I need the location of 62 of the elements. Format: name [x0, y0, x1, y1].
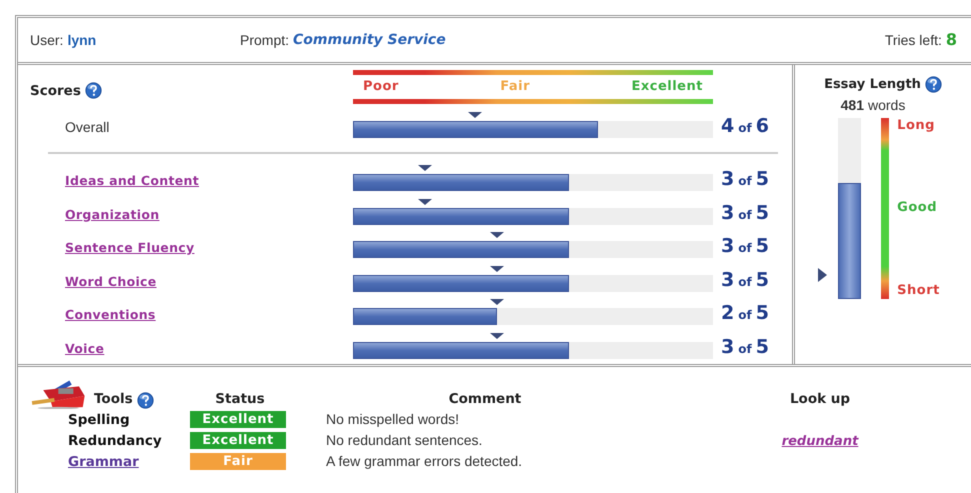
pointer-icon — [818, 268, 828, 282]
user-label: User: — [30, 30, 64, 50]
column-header: Tools — [94, 390, 133, 409]
score-max: 5 — [756, 237, 769, 256]
help-icon[interactable] — [136, 392, 154, 409]
row-label: Overall — [64, 118, 110, 134]
trait-link[interactable]: Word Choice — [18, 274, 157, 289]
score-value: 2 — [721, 304, 734, 324]
score-value: 3 — [721, 270, 734, 290]
score-value: 3 — [721, 338, 734, 358]
comment-text: No redundant sentences. — [326, 432, 482, 448]
scale-label: Good — [897, 200, 938, 216]
trait-link[interactable]: Conventions — [18, 307, 156, 322]
score-max: 5 — [756, 338, 769, 358]
trait-link[interactable]: Sentence Fluency — [18, 240, 194, 256]
scale-label: Long — [897, 118, 936, 134]
comment-text: No misspelled words! — [326, 411, 460, 428]
score-value: 4 — [721, 116, 734, 136]
score-max: 5 — [756, 270, 769, 290]
scale-label: Fair — [500, 78, 530, 96]
column-header: Status — [214, 390, 266, 409]
status-badge: Excellent — [190, 432, 286, 450]
user-name: lynn — [67, 30, 96, 50]
score-value: 3 — [721, 237, 734, 256]
word-count: 481 — [840, 96, 864, 114]
scale-label: Poor — [363, 78, 399, 96]
help-icon[interactable] — [84, 82, 102, 100]
prompt-label: Prompt: — [240, 30, 290, 50]
tool-name: Spelling — [68, 412, 130, 428]
score-of: of — [738, 242, 752, 254]
section-title: Scores — [30, 82, 81, 101]
scale-label: Short — [897, 282, 940, 298]
tries-label: Tries left: — [884, 31, 942, 50]
prompt-title: Community Service — [293, 30, 446, 50]
status-badge: Excellent — [190, 411, 286, 428]
word-unit: words — [868, 96, 906, 114]
trait-link[interactable]: Organization — [18, 206, 160, 222]
trait-link[interactable]: Ideas and Content — [18, 173, 200, 188]
column-header: Look up — [788, 390, 852, 409]
score-of: of — [738, 208, 752, 221]
score-of: of — [738, 309, 752, 322]
section-title: Essay Length — [824, 76, 921, 94]
score-of: of — [738, 276, 752, 288]
score-max: 5 — [756, 170, 769, 190]
score-of: of — [738, 122, 752, 134]
status-badge: Fair — [190, 453, 286, 470]
score-of: of — [738, 175, 752, 188]
tool-name: Redundancy — [68, 433, 162, 450]
score-max: 6 — [756, 116, 769, 136]
lookup-link[interactable]: redundant — [782, 434, 858, 449]
score-value: 3 — [721, 204, 734, 223]
tool-link[interactable]: Grammar — [68, 454, 139, 470]
column-header: Comment — [448, 390, 522, 409]
score-of: of — [738, 343, 752, 356]
help-icon[interactable] — [924, 76, 942, 94]
tries-count: 8 — [946, 29, 957, 51]
trait-link[interactable]: Voice — [18, 341, 104, 356]
comment-text: A few grammar errors detected. — [326, 453, 522, 470]
scale-label: Excellent — [631, 78, 703, 96]
score-max: 5 — [756, 204, 769, 223]
score-max: 5 — [756, 304, 769, 324]
score-value: 3 — [721, 170, 734, 190]
